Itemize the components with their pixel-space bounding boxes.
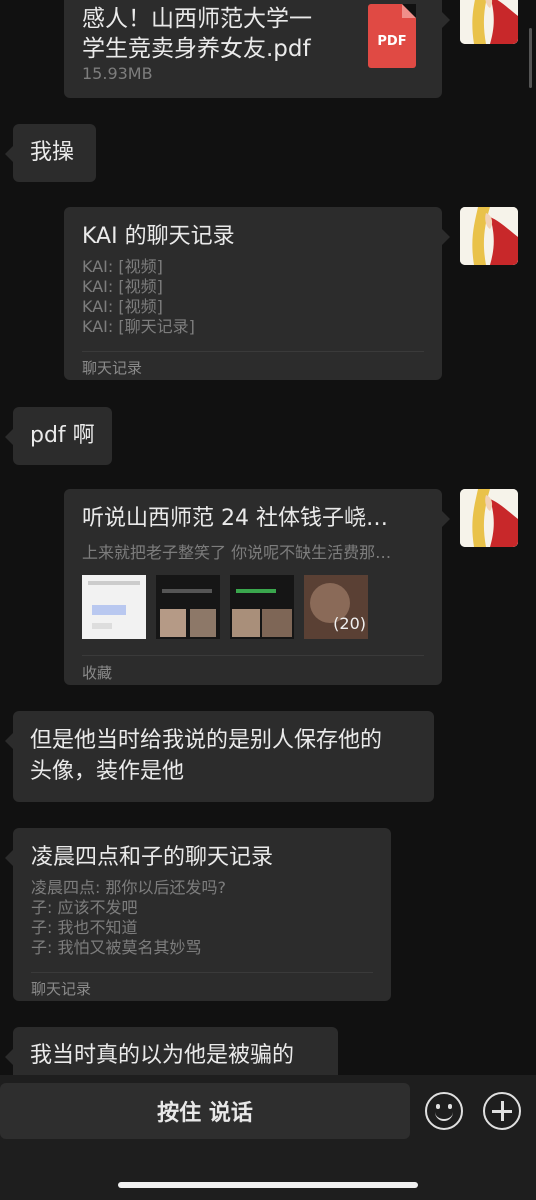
text-message[interactable]: 我操 — [5, 124, 96, 182]
favorite-description: 上来就把老子整笑了 你说呢不缺生活费那… — [82, 543, 392, 562]
chat-record-title: KAI 的聊天记录 — [82, 224, 235, 249]
favorite-card[interactable]: 听说山西师范 24 社体钱子峣… 上来就把老子整笑了 你说呢不缺生活费那… (2… — [64, 489, 450, 685]
message-text: pdf 啊 — [30, 423, 95, 448]
chat-record-title: 凌晨四点和子的聊天记录 — [31, 845, 274, 870]
plus-icon[interactable] — [483, 1092, 521, 1130]
divider — [82, 655, 424, 656]
text-message[interactable]: 但是他当时给我说的是别人保存他的 头像，装作是他 — [5, 711, 434, 802]
divider — [82, 351, 424, 352]
chat-record-card[interactable]: 凌晨四点和子的聊天记录 凌晨四点: 那你以后还发吗? 子: 应该不发吧 子: 我… — [5, 828, 391, 1001]
chat-record-line: KAI: [视频] — [82, 297, 163, 316]
chat-record-footer: 聊天记录 — [31, 980, 92, 998]
chat-record-card[interactable]: KAI 的聊天记录 KAI: [视频] KAI: [视频] KAI: [视频] … — [64, 207, 450, 380]
thumbnail[interactable] — [82, 575, 146, 639]
chat-record-line: 子: 应该不发吧 — [31, 898, 138, 917]
chat-record-line: KAI: [聊天记录] — [82, 317, 195, 336]
divider — [31, 972, 373, 973]
smiley-icon[interactable] — [425, 1092, 463, 1130]
file-size: 15.93MB — [82, 64, 153, 83]
avatar[interactable] — [460, 0, 518, 44]
message-text-line1: 但是他当时给我说的是别人保存他的 — [30, 728, 383, 753]
avatar[interactable] — [460, 207, 518, 265]
favorite-footer: 收藏 — [82, 664, 113, 682]
file-name-line1: 感人！山西师范大学一 — [82, 6, 312, 32]
chat-area[interactable]: 感人！山西师范大学一 学生竞卖身养女友.pdf 15.93MB PDF 我操 K… — [0, 0, 536, 1075]
chat-record-line: 凌晨四点: 那你以后还发吗? — [31, 878, 226, 897]
message-text-line2: 头像，装作是他 — [30, 759, 185, 784]
chat-record-line: 子: 我怕又被莫名其妙骂 — [31, 938, 202, 957]
favorite-title: 听说山西师范 24 社体钱子峣… — [82, 506, 388, 531]
scrollbar[interactable] — [529, 28, 532, 88]
pdf-file-icon: PDF — [368, 4, 416, 68]
home-indicator — [118, 1182, 418, 1188]
text-message[interactable]: 我当时真的以为他是被骗的 — [5, 1027, 338, 1075]
file-name-line2: 学生竞卖身养女友.pdf — [82, 36, 311, 62]
avatar[interactable] — [460, 489, 518, 547]
text-message[interactable]: pdf 啊 — [5, 407, 112, 465]
thumbnail[interactable]: (20) — [304, 575, 368, 639]
hold-to-talk-button[interactable]: 按住 说话 — [0, 1083, 410, 1139]
thumbnail-count: (20) — [333, 614, 366, 633]
thumbnail[interactable] — [156, 575, 220, 639]
chat-record-line: KAI: [视频] — [82, 257, 163, 276]
chat-record-line: KAI: [视频] — [82, 277, 163, 296]
thumbnail[interactable] — [230, 575, 294, 639]
file-message[interactable]: 感人！山西师范大学一 学生竞卖身养女友.pdf 15.93MB PDF — [64, 0, 450, 98]
message-text: 我当时真的以为他是被骗的 — [30, 1043, 295, 1068]
chat-record-line: 子: 我也不知道 — [31, 918, 138, 937]
pdf-badge-label: PDF — [377, 34, 407, 49]
chat-record-footer: 聊天记录 — [82, 359, 143, 377]
message-text: 我操 — [30, 140, 75, 165]
